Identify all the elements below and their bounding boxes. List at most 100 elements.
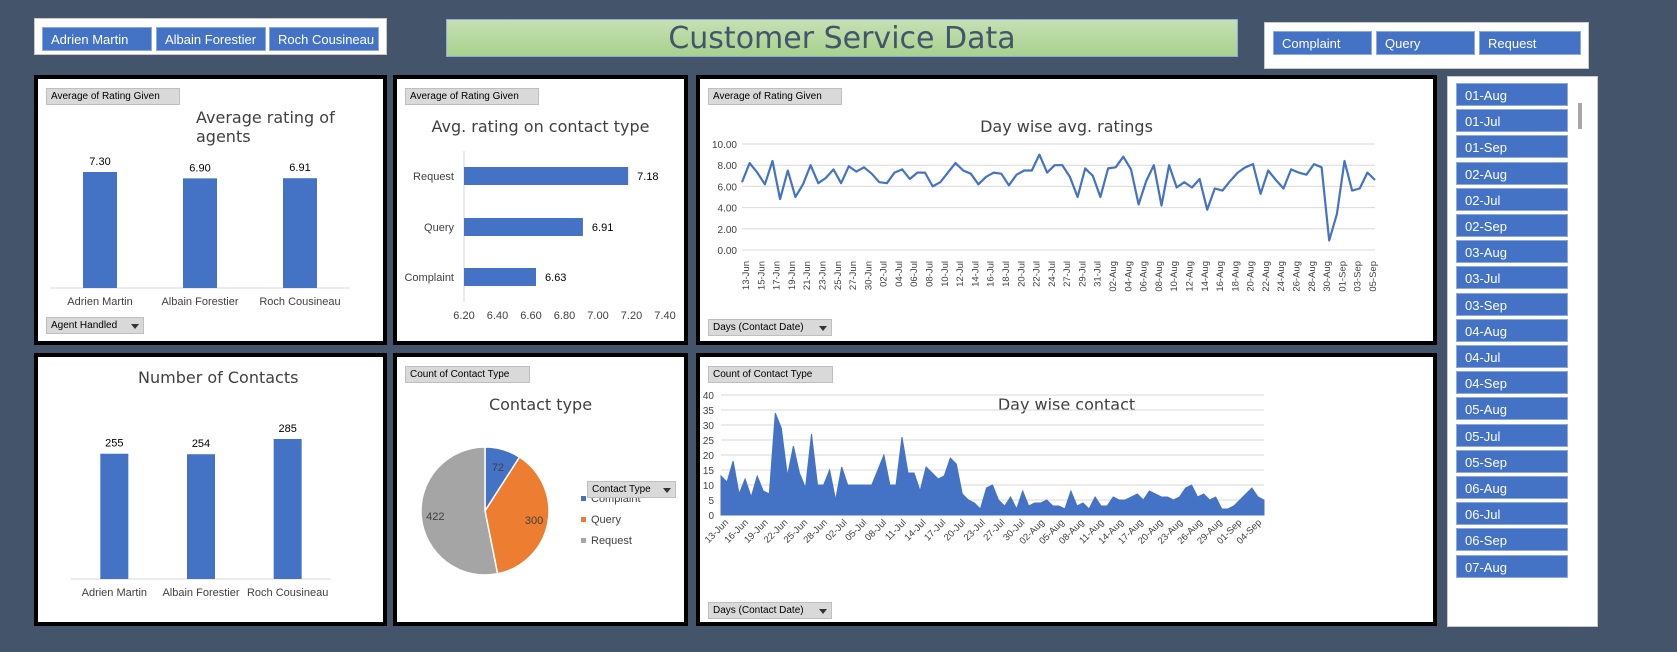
x-tick-label: 24-Aug — [1276, 261, 1287, 292]
date-slicer-item[interactable]: 05-Sep — [1456, 449, 1568, 473]
legend-marker — [581, 538, 586, 543]
date-slicer-item[interactable]: 07-Aug — [1456, 554, 1568, 578]
x-tick-label: 06-Jul — [909, 261, 920, 287]
days-field-button[interactable]: Days (Contact Date) — [708, 319, 832, 336]
date-slicer-item[interactable]: 01-Sep — [1456, 135, 1568, 159]
day-rating-panel: Average of Rating Given Day wise avg. ra… — [696, 75, 1437, 345]
x-tick-label: 25-Jun — [833, 261, 844, 290]
x-tick-label: 30-Jun — [863, 261, 874, 290]
agent-slicer-item[interactable]: Roch Cousineau — [269, 27, 379, 51]
x-tick-label: 23-Jun — [817, 261, 828, 290]
contact-type-field-button[interactable]: Contact Type — [587, 481, 676, 498]
avg-rating-agents-panel: Average of Rating Given Average rating o… — [34, 75, 387, 345]
y-tick-label: 4.00 — [718, 204, 738, 215]
bar — [464, 167, 629, 185]
date-slicer-item[interactable]: 03-Aug — [1456, 240, 1568, 264]
bar — [464, 268, 537, 286]
x-tick-label: 10-Jul — [940, 261, 951, 287]
date-slicer-item[interactable]: 06-Aug — [1456, 476, 1568, 499]
y-tick-label: 30 — [703, 421, 715, 432]
agent-slicer-item[interactable]: Adrien Martin — [42, 27, 152, 51]
x-tick-label: 7.00 — [587, 310, 608, 322]
date-slicer-item[interactable]: 03-Sep — [1456, 292, 1568, 316]
x-tick-label: 05-Jul — [843, 517, 869, 543]
x-tick-label: 02-Jul — [879, 261, 890, 287]
x-tick-label: 05-Sep — [1368, 261, 1379, 292]
x-tick-label: 02-Aug — [1108, 261, 1119, 292]
x-tick-label: 6.60 — [520, 310, 541, 322]
x-tick-label: 23-Jul — [962, 517, 988, 543]
date-slicer-item[interactable]: 04-Aug — [1456, 318, 1568, 342]
x-tick-label: 6.40 — [487, 310, 508, 322]
x-tick-label: 6.20 — [453, 310, 474, 322]
legend-label: Request — [591, 535, 632, 547]
date-slicer-item[interactable]: 02-Sep — [1456, 214, 1568, 237]
x-tick-label: 02-Jul — [823, 517, 849, 543]
contacts-count-chart: 255 Adrien Martin 254 Albain Forestier 285 Ro… — [71, 423, 331, 599]
x-tick-label: 7.20 — [621, 310, 642, 322]
y-tick-label: 40 — [703, 391, 715, 402]
date-slicer-item[interactable]: 06-Jul — [1456, 502, 1568, 526]
x-tick-label: 04-Aug — [1123, 261, 1134, 292]
date-slicer-item[interactable]: 04-Jul — [1456, 345, 1568, 368]
agent-handled-label: Agent Handled — [51, 320, 118, 331]
x-tick-label: 14-Jul — [970, 261, 981, 287]
agent-handled-field-button[interactable]: Agent Handled — [46, 317, 144, 334]
data-label: 6.91 — [289, 162, 310, 174]
x-tick-label: 27-Jul — [981, 517, 1007, 543]
x-tick-label: 26-Aug — [1292, 261, 1303, 292]
x-tick-label: 16-Aug — [1215, 261, 1226, 292]
type-slicer-item[interactable]: Query — [1376, 31, 1475, 55]
date-slicer-item[interactable]: 05-Aug — [1456, 397, 1568, 421]
scrollbar-thumb[interactable] — [1578, 103, 1582, 129]
y-tick-label: 10 — [703, 481, 715, 492]
y-tick-label: 2.00 — [718, 225, 738, 236]
series-line — [740, 153, 1376, 242]
y-tick-label: 15 — [703, 466, 715, 477]
days-label: Days (Contact Date) — [713, 605, 804, 616]
type-slicer-item[interactable]: Complaint — [1273, 31, 1372, 55]
date-slicer-item[interactable]: 01-Aug — [1456, 83, 1568, 106]
date-slicer-item[interactable]: 02-Aug — [1456, 161, 1568, 185]
x-tick-label: 12-Jul — [955, 261, 966, 287]
legend-marker — [581, 517, 586, 522]
x-tick-label: 22-Aug — [1261, 261, 1272, 292]
x-tick-label: Adrien Martin — [82, 587, 147, 599]
x-tick-label: 28-Aug — [1307, 261, 1318, 292]
y-tick-label: 6.00 — [718, 182, 738, 193]
date-slicer-item[interactable]: 02-Jul — [1456, 187, 1568, 211]
x-tick-label: 18-Aug — [1230, 261, 1241, 292]
x-tick-label: 03-Sep — [1353, 261, 1364, 292]
date-slicer-item[interactable]: 03-Jul — [1456, 266, 1568, 290]
type-slicer-item[interactable]: Request — [1479, 31, 1581, 55]
contact-type-slicer: Complaint Query Request — [1264, 22, 1589, 69]
agent-slicer-item[interactable]: Albain Forestier — [156, 27, 266, 51]
x-tick-label: 08-Jul — [863, 517, 889, 543]
contact-type-panel: Count of Contact Type Contact type 72 300… — [393, 353, 688, 626]
type-rating-chart: 7.18 Request 6.91 Query 6.63 Complaint 6.20 6.4… — [404, 151, 676, 322]
x-tick-label: 19-Jun — [787, 261, 798, 290]
x-tick-label: 06-Aug — [1139, 261, 1150, 292]
days-label: Days (Contact Date) — [713, 322, 804, 333]
date-slicer-item[interactable]: 06-Sep — [1456, 528, 1568, 552]
date-slicer-item[interactable]: 04-Sep — [1456, 371, 1568, 395]
contact-type-label: Contact Type — [592, 484, 651, 495]
date-slicer-item[interactable]: 01-Jul — [1456, 109, 1568, 133]
day-rating-chart: 0.00 2.00 4.00 6.00 8.00 10.00 13-Jun 15-Jun 17-… — [712, 140, 1379, 292]
x-tick-label: 20-Jul — [942, 517, 968, 543]
date-slicer-item[interactable]: 05-Jul — [1456, 423, 1568, 447]
data-label: 300 — [525, 515, 543, 527]
x-tick-label: 16-Jul — [986, 261, 997, 287]
x-tick-label: 08-Jul — [925, 261, 936, 287]
x-tick-label: Adrien Martin — [67, 296, 132, 308]
scrollbar-track[interactable] — [1577, 79, 1585, 624]
y-tick-label: Complaint — [404, 272, 454, 284]
days-field-button[interactable]: Days (Contact Date) — [708, 602, 832, 619]
x-tick-label: 14-Aug — [1200, 261, 1211, 292]
x-tick-label: 13-Jun — [741, 261, 752, 290]
x-tick-label: 10-Aug — [1169, 261, 1180, 292]
legend-marker — [581, 496, 586, 501]
data-label: 6.63 — [545, 272, 566, 284]
data-label: 254 — [192, 438, 210, 450]
x-tick-label: 17-Jul — [922, 517, 948, 543]
